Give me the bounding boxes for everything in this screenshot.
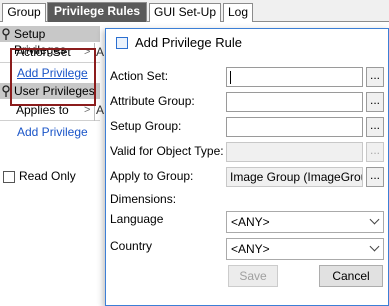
attribute-group-input[interactable]: [226, 92, 363, 112]
dimensions-label: Dimensions:: [110, 192, 177, 206]
application-window: Group Privilege Rules GUI Set-Up Log Set…: [0, 0, 389, 306]
attribute-group-browse-button[interactable]: ...: [366, 92, 384, 112]
applies-to-row-value: A: [96, 103, 105, 117]
add-privilege-rule-dialog: Add Privilege Rule Action Set: ... Attri…: [105, 28, 389, 306]
language-label: Language: [110, 212, 164, 226]
tab-bar: Group Privilege Rules GUI Set-Up Log: [0, 0, 389, 22]
chevron-down-icon: [369, 214, 380, 225]
pin-icon: [2, 28, 10, 40]
action-set-input[interactable]: [226, 67, 363, 87]
country-select[interactable]: <ANY>: [226, 238, 384, 260]
valid-for-object-type-label: Valid for Object Type:: [110, 144, 224, 158]
apply-to-group-value: Image Group (ImageGroup): [230, 170, 362, 184]
setup-group-input[interactable]: [226, 117, 363, 137]
action-set-label: Action Set:: [110, 69, 169, 83]
apply-to-group-browse-button[interactable]: ...: [366, 167, 384, 187]
save-button: Save: [228, 265, 278, 287]
window-icon: [116, 37, 128, 49]
user-add-privilege-link[interactable]: Add Privilege: [17, 125, 88, 139]
valid-for-object-type-browse-button: ...: [366, 142, 384, 162]
setup-group-label: Setup Group:: [110, 119, 182, 133]
tab-gui-setup[interactable]: GUI Set-Up: [149, 3, 221, 22]
country-label: Country: [110, 239, 153, 253]
attribute-group-label: Attribute Group:: [110, 94, 195, 108]
setup-group-browse-button[interactable]: ...: [366, 117, 384, 137]
language-value: <ANY>: [231, 215, 270, 229]
valid-for-object-type-input: [226, 142, 363, 162]
language-select[interactable]: <ANY>: [226, 211, 384, 233]
tab-log[interactable]: Log: [223, 3, 253, 22]
cancel-button[interactable]: Cancel: [319, 265, 383, 287]
chevron-down-icon: [369, 241, 380, 252]
highlight-box: [10, 48, 96, 106]
tab-privilege-rules[interactable]: Privilege Rules: [47, 2, 147, 22]
apply-to-group-input: Image Group (ImageGroup): [226, 167, 363, 187]
dialog-title: Add Privilege Rule: [135, 35, 242, 50]
setup-privileges-header[interactable]: Setup Privileges: [0, 26, 100, 57]
action-set-row-value: A: [96, 45, 105, 59]
tab-group[interactable]: Group: [2, 3, 46, 22]
apply-to-group-label: Apply to Group:: [110, 169, 194, 183]
country-value: <ANY>: [231, 242, 270, 256]
text-caret: [230, 71, 231, 84]
read-only-checkbox[interactable]: [3, 171, 15, 183]
privileges-panel: Setup Privileges Action Set > A Add Priv…: [0, 23, 104, 306]
dialog-titlebar[interactable]: Add Privilege Rule: [106, 29, 388, 57]
read-only-label: Read Only: [19, 169, 76, 183]
action-set-browse-button[interactable]: ...: [366, 67, 384, 87]
